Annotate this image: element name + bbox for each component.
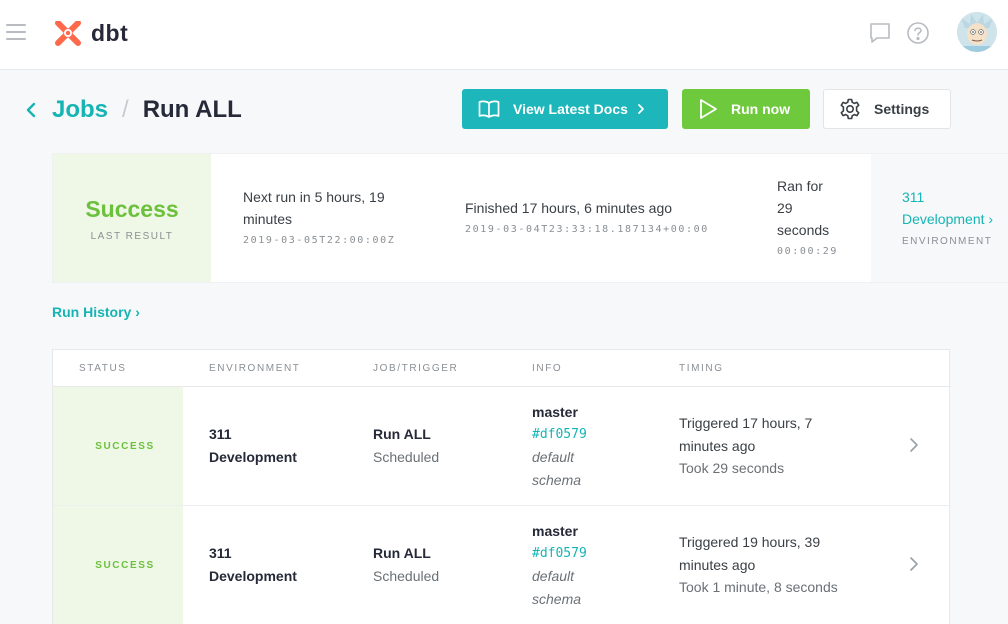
view-latest-docs-button[interactable]: View Latest Docs (462, 89, 668, 129)
chat-icon[interactable] (868, 21, 892, 45)
next-run-text-line1: Next run in 5 hours, 19 (243, 189, 385, 205)
next-run-text-line2: minutes (243, 211, 293, 227)
row-status: SUCCESS (95, 560, 155, 571)
finished-info: Finished 17 hours, 6 minutes ago 2019-03… (465, 197, 709, 237)
hamburger-icon[interactable] (6, 24, 26, 42)
view-latest-docs-label: View Latest Docs (513, 101, 628, 117)
chevron-right-icon (638, 104, 644, 114)
settings-label: Settings (874, 101, 930, 117)
run-now-button[interactable]: Run now (682, 89, 810, 129)
row-schema-line1: default (532, 568, 575, 584)
row-env-id: 311 (209, 426, 232, 442)
app-name: dbt (91, 20, 129, 46)
row-job-trigger: Run ALL Scheduled (373, 423, 439, 468)
finished-text: Finished 17 hours, 6 minutes ago (465, 200, 673, 216)
row-schema-line2: schema (532, 471, 582, 488)
row-info: master #df0579 default schema (532, 401, 587, 491)
table-row[interactable]: SUCCESS 311 Development Run ALL Schedule… (53, 387, 951, 506)
breadcrumb-jobs-link[interactable]: Jobs (52, 96, 108, 124)
last-run-summary-card: Success LAST RESULT Next run in 5 hours,… (52, 153, 1008, 283)
row-branch: master (532, 404, 578, 420)
row-triggered-line1: Triggered 17 hours, 7 (679, 415, 813, 431)
header-timing: TIMING (679, 363, 724, 374)
ran-for-line3: seconds (777, 222, 830, 238)
row-commit-link[interactable]: #df0579 (532, 543, 587, 566)
run-history-table: STATUS ENVIRONMENT JOB/TRIGGER INFO TIMI… (52, 349, 951, 624)
row-timing: Triggered 17 hours, 7 minutes ago Took 2… (679, 412, 812, 480)
last-result-panel: Success LAST RESULT (53, 154, 211, 282)
row-job-name: Run ALL (373, 426, 431, 442)
page-title: Run ALL (142, 96, 242, 123)
row-status-cell: SUCCESS (53, 506, 183, 624)
dbt-logo-icon (55, 20, 81, 46)
row-duration: Took 1 minute, 8 seconds (679, 579, 838, 595)
run-duration-info: Ran for 29 seconds 00:00:29 (777, 175, 838, 259)
gear-icon (840, 98, 860, 120)
breadcrumb: Jobs / Run ALL (24, 92, 242, 128)
row-schema-line2: schema (532, 590, 582, 607)
dbt-logo[interactable]: dbt (55, 20, 128, 47)
row-environment: 311 Development (209, 542, 297, 587)
environment-caption: ENVIRONMENT (902, 236, 993, 247)
row-status-cell: SUCCESS (53, 387, 183, 505)
breadcrumb-separator: / (122, 96, 129, 123)
chevron-right-icon[interactable] (909, 437, 919, 453)
run-history-link[interactable]: Run History › (52, 304, 140, 320)
run-duration: 00:00:29 (777, 246, 838, 257)
environment-panel: 311 Development › ENVIRONMENT (871, 154, 1008, 282)
environment-name: Development › (902, 211, 994, 227)
row-triggered-line1: Triggered 19 hours, 39 (679, 534, 821, 550)
row-job-name: Run ALL (373, 545, 431, 561)
row-schema-line1: default (532, 449, 575, 465)
row-environment: 311 Development (209, 423, 297, 468)
book-icon (478, 100, 500, 118)
chevron-right-icon[interactable] (909, 556, 919, 572)
next-run-timestamp: 2019-03-05T22:00:00Z (243, 235, 396, 246)
row-env-name: Development (209, 567, 297, 584)
row-status: SUCCESS (95, 441, 155, 452)
row-info: master #df0579 default schema (532, 520, 587, 610)
row-env-id: 311 (209, 545, 232, 561)
environment-id: 311 (902, 189, 925, 205)
table-header: STATUS ENVIRONMENT JOB/TRIGGER INFO TIMI… (53, 350, 951, 387)
row-env-name: Development (209, 448, 297, 465)
avatar[interactable] (957, 12, 997, 52)
row-commit-link[interactable]: #df0579 (532, 424, 587, 447)
ran-for-line1: Ran for (777, 178, 823, 194)
last-result-status: Success (85, 196, 179, 222)
settings-button[interactable]: Settings (823, 89, 951, 129)
row-triggered-line2: minutes ago (679, 437, 756, 454)
header-info: INFO (532, 363, 563, 374)
header-job-trigger: JOB/TRIGGER (373, 363, 459, 374)
environment-link[interactable]: 311 Development › (902, 186, 993, 230)
row-job-trigger: Run ALL Scheduled (373, 542, 439, 587)
header-environment: ENVIRONMENT (209, 363, 301, 374)
row-duration: Took 29 seconds (679, 460, 785, 476)
run-now-label: Run now (731, 101, 791, 117)
help-icon[interactable] (906, 21, 930, 45)
ran-for-line2: 29 (777, 200, 793, 216)
row-branch: master (532, 523, 578, 539)
last-result-caption: LAST RESULT (90, 231, 174, 242)
next-run-info: Next run in 5 hours, 19 minutes 2019-03-… (243, 186, 395, 248)
row-trigger: Scheduled (373, 567, 440, 584)
finished-timestamp: 2019-03-04T23:33:18.187134+00:00 (465, 224, 709, 235)
row-trigger: Scheduled (373, 448, 440, 465)
header-status: STATUS (79, 363, 127, 374)
table-row[interactable]: SUCCESS 311 Development Run ALL Schedule… (53, 506, 951, 624)
top-bar: dbt (0, 0, 1008, 70)
chevron-left-icon[interactable] (24, 100, 38, 120)
row-timing: Triggered 19 hours, 39 minutes ago Took … (679, 531, 838, 599)
play-icon (700, 99, 717, 119)
row-triggered-line2: minutes ago (679, 556, 756, 573)
